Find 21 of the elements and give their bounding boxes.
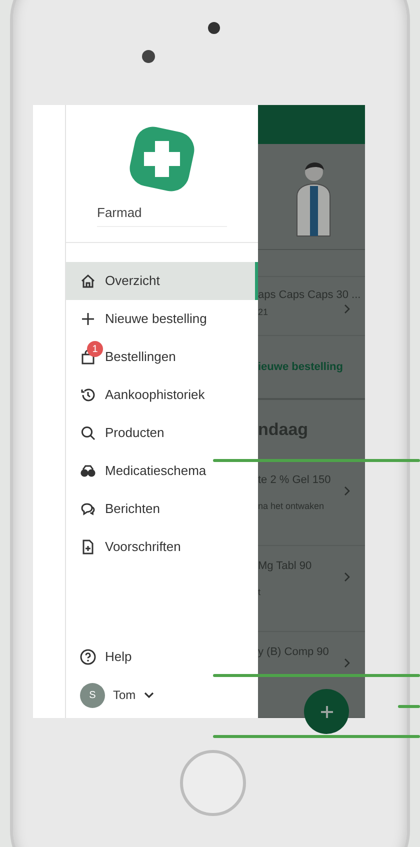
plus-icon [80,311,96,327]
user-menu[interactable]: S Tom [66,676,258,714]
chevron-right-icon [344,658,350,668]
home-icon [80,273,96,289]
prescription-document-icon [80,539,96,555]
help-item[interactable]: Help [66,638,258,676]
chevron-down-icon [144,692,154,698]
pills-icon [80,463,96,479]
avatar: S [80,682,105,708]
chat-bubbles-icon [80,501,96,517]
annotation-line [398,705,420,708]
plus-icon [320,706,332,718]
chevron-right-icon [344,486,350,496]
search-icon [80,425,96,441]
chevron-right-icon [344,572,350,582]
chevron-right-icon [344,304,350,314]
notification-badge: 1 [87,341,103,357]
brand-name: Farmad [97,205,142,220]
history-icon [80,387,96,403]
menu-item[interactable]: Overzicht [66,262,258,300]
help-icon [80,649,96,665]
